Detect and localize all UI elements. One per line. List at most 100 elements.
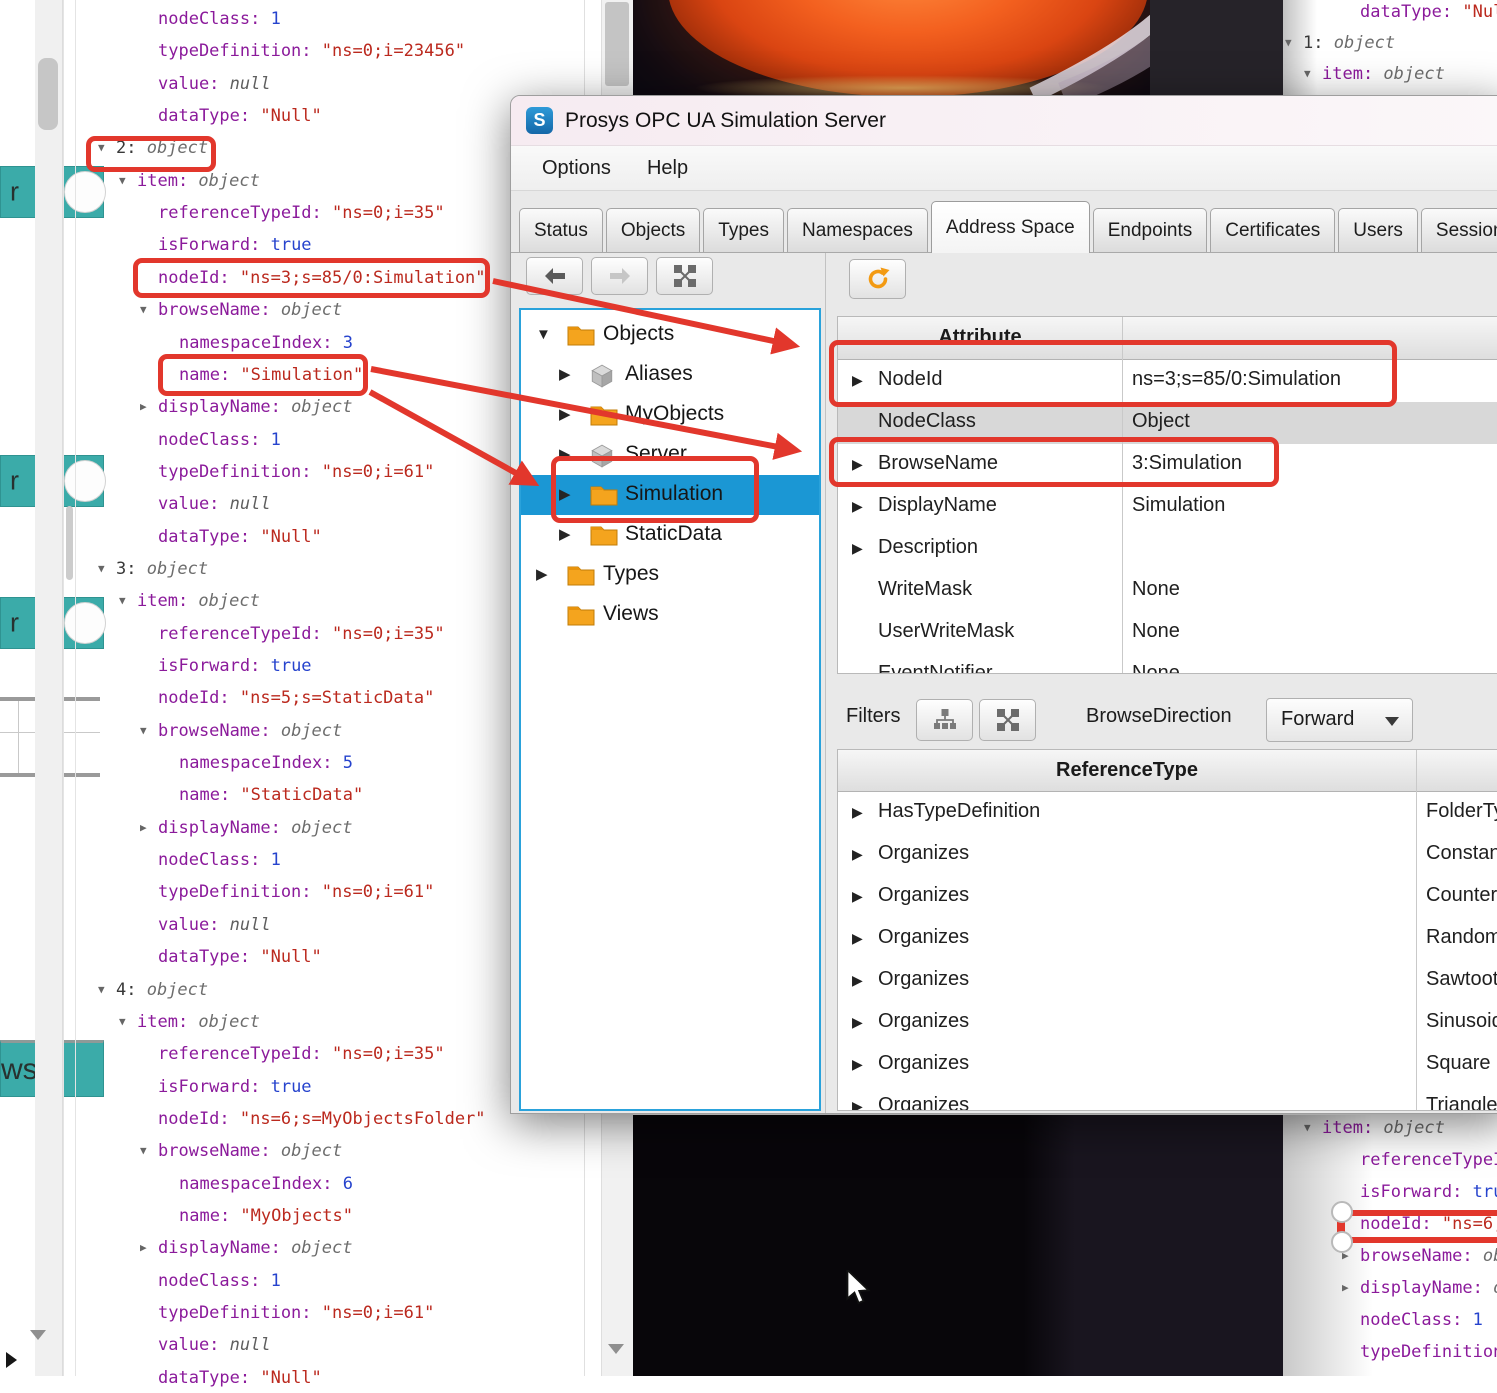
json-key: browseName: [1360, 1246, 1483, 1266]
expand-icon[interactable]: ▶ [536, 567, 548, 582]
reference-row-organizes[interactable]: ▶OrganizesCounter [838, 876, 1497, 918]
column-divider[interactable] [1122, 317, 1123, 673]
expand-icon[interactable]: ▶ [852, 540, 863, 557]
json-line-dataType: dataType: "Null" [158, 522, 322, 552]
tree-item-simulation[interactable]: ▶Simulation [521, 475, 819, 515]
reference-row-organizes[interactable]: ▶OrganizesRandom [838, 918, 1497, 960]
back-button[interactable] [526, 257, 583, 295]
column-divider[interactable] [1416, 750, 1417, 1110]
json-expander-icon[interactable]: ▼ [140, 1136, 147, 1166]
hierarchy-filter-button[interactable] [916, 699, 973, 741]
tab-namespaces[interactable]: Namespaces [787, 208, 928, 252]
title-bar[interactable]: S Prosys OPC UA Simulation Server [511, 96, 1497, 146]
json-expander-icon[interactable]: ▼ [98, 133, 105, 163]
tree-item-server[interactable]: ▶Server [521, 435, 819, 475]
reference-row-organizes[interactable]: ▶OrganizesTriangle [838, 1086, 1497, 1111]
expand-icon[interactable]: ▶ [852, 888, 863, 905]
json-value: "Null" [1462, 2, 1497, 22]
expand-arrow-icon[interactable] [6, 1352, 17, 1368]
chevron-down-icon [1385, 717, 1399, 726]
json-key: name: [179, 1206, 240, 1226]
expand-icon[interactable]: ▶ [559, 527, 571, 542]
json-expander-icon[interactable]: ▼ [1285, 28, 1292, 58]
scrollbar-thumb[interactable] [38, 58, 58, 130]
tab-users[interactable]: Users [1338, 208, 1418, 252]
expand-icon[interactable]: ▶ [852, 846, 863, 863]
tree-item-aliases[interactable]: ▶Aliases [521, 355, 819, 395]
reference-row-hastypedefinition[interactable]: ▶HasTypeDefinitionFolderType [838, 792, 1497, 834]
json-expander-icon[interactable]: ▼ [119, 1007, 126, 1037]
browse-direction-select[interactable]: Forward [1266, 698, 1413, 742]
json-expander-icon[interactable]: ▶ [140, 1233, 147, 1263]
expand-icon[interactable]: ▶ [559, 367, 571, 382]
scrollbar-thumb[interactable] [66, 506, 73, 580]
reference-row-organizes[interactable]: ▶OrganizesSquare [838, 1044, 1497, 1086]
tab-endpoints[interactable]: Endpoints [1093, 208, 1208, 252]
json-expander-icon[interactable]: ▼ [140, 716, 147, 746]
expand-icon[interactable]: ▶ [852, 1014, 863, 1031]
attribute-row-userwritemask[interactable]: UserWriteMaskNone [838, 612, 1497, 654]
scroll-down-icon[interactable] [608, 1344, 624, 1354]
attribute-row-nodeid[interactable]: ▶NodeIdns=3;s=85/0:Simulation [838, 360, 1497, 402]
json-expander-icon[interactable]: ▶ [140, 813, 147, 843]
reference-row-organizes[interactable]: ▶OrganizesSinusoid [838, 1002, 1497, 1044]
json-expander-icon[interactable]: ▶ [1342, 1273, 1349, 1303]
attribute-row-description[interactable]: ▶Description [838, 528, 1497, 570]
json-expander-icon[interactable]: ▶ [1342, 1241, 1349, 1271]
tab-sessions[interactable]: Sessions [1421, 208, 1497, 252]
scroll-down-icon[interactable] [30, 1330, 46, 1340]
json-key: browseName: [158, 1141, 281, 1161]
json-expander-icon[interactable]: ▼ [140, 295, 147, 325]
json-expander-icon[interactable]: ▼ [119, 586, 126, 616]
reference-row-organizes[interactable]: ▶OrganizesConstant [838, 834, 1497, 876]
expand-icon[interactable]: ▶ [852, 972, 863, 989]
menu-options[interactable]: Options [542, 157, 611, 180]
tree-item-objects[interactable]: ▼Objects [521, 315, 819, 355]
json-expander-icon[interactable]: ▼ [1304, 1113, 1311, 1143]
expand-icon[interactable]: ▶ [559, 487, 571, 502]
refresh-button[interactable] [849, 259, 906, 299]
non-hierarchy-filter-button[interactable] [979, 699, 1036, 741]
expand-icon[interactable]: ▶ [852, 1098, 863, 1111]
refresh-icon [864, 265, 892, 293]
json-line-typeDefinition: typeDefinition: "ns=0;i=61" [158, 457, 434, 487]
scrollbar-track[interactable] [35, 0, 63, 1376]
forward-button[interactable] [591, 257, 648, 295]
json-value: true [271, 656, 312, 676]
expand-all-button[interactable] [656, 257, 713, 295]
collapse-icon[interactable]: ▼ [536, 327, 551, 342]
reference-row-organizes[interactable]: ▶OrganizesSawtooth [838, 960, 1497, 1002]
tab-address-space[interactable]: Address Space [931, 201, 1090, 253]
json-expander-icon[interactable]: ▼ [98, 975, 105, 1005]
expand-icon[interactable]: ▶ [852, 372, 863, 389]
scrollbar-thumb[interactable] [605, 2, 629, 86]
tab-status[interactable]: Status [519, 208, 603, 252]
attribute-row-eventnotifier[interactable]: EventNotifierNone [838, 654, 1497, 674]
tree-item-views[interactable]: Views [521, 595, 819, 635]
menu-help[interactable]: Help [647, 157, 688, 180]
json-line-displayName: ▶displayName: object [1360, 1273, 1497, 1303]
expand-icon[interactable]: ▶ [852, 930, 863, 947]
json-expander-icon[interactable]: ▼ [119, 166, 126, 196]
attribute-row-browsename[interactable]: ▶BrowseName3:Simulation [838, 444, 1497, 486]
attribute-value: None [1132, 578, 1180, 601]
attribute-value: 3:Simulation [1132, 452, 1242, 475]
tab-types[interactable]: Types [703, 208, 784, 252]
expand-icon[interactable]: ▶ [852, 498, 863, 515]
tree-item-myobjects[interactable]: ▶MyObjects [521, 395, 819, 435]
tree-item-staticdata[interactable]: ▶StaticData [521, 515, 819, 555]
tree-item-types[interactable]: ▶Types [521, 555, 819, 595]
expand-icon[interactable]: ▶ [852, 456, 863, 473]
tab-certificates[interactable]: Certificates [1210, 208, 1335, 252]
attribute-row-nodeclass[interactable]: NodeClassObject [838, 402, 1497, 444]
json-expander-icon[interactable]: ▼ [1304, 59, 1311, 89]
expand-icon[interactable]: ▶ [559, 407, 571, 422]
attribute-row-displayname[interactable]: ▶DisplayNameSimulation [838, 486, 1497, 528]
expand-icon[interactable]: ▶ [852, 804, 863, 821]
expand-icon[interactable]: ▶ [559, 447, 571, 462]
expand-icon[interactable]: ▶ [852, 1056, 863, 1073]
tab-objects[interactable]: Objects [606, 208, 700, 252]
attribute-row-writemask[interactable]: WriteMaskNone [838, 570, 1497, 612]
json-expander-icon[interactable]: ▼ [98, 554, 105, 584]
json-expander-icon[interactable]: ▶ [140, 392, 147, 422]
